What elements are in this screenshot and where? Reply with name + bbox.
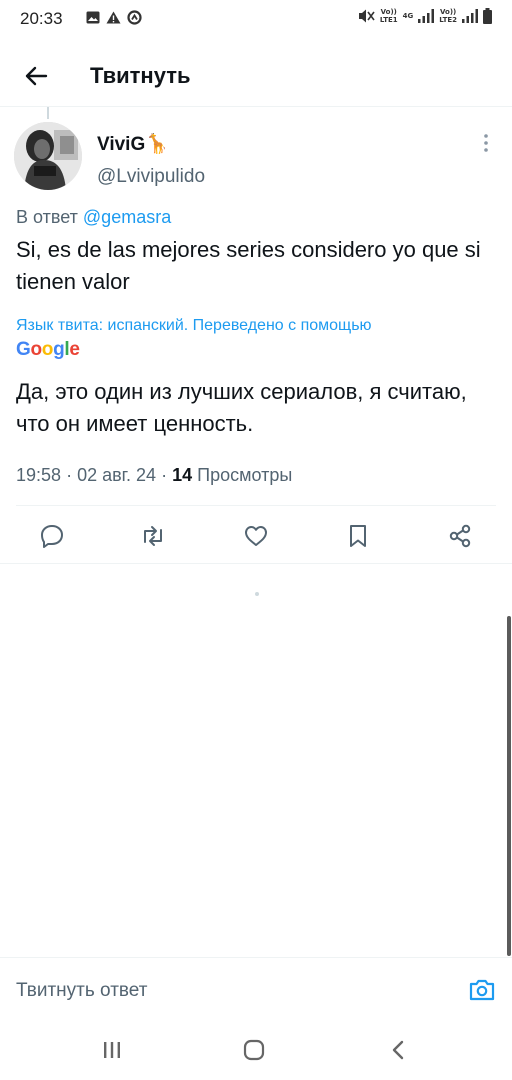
reply-to-link[interactable]: @gemasra bbox=[83, 207, 171, 227]
reply-button[interactable] bbox=[38, 522, 66, 550]
reply-composer: Твитнуть ответ bbox=[0, 957, 512, 1016]
bookmark-icon bbox=[350, 525, 366, 547]
scrollbar[interactable] bbox=[507, 616, 511, 956]
views-label[interactable]: Просмотры bbox=[197, 465, 292, 485]
share-button[interactable] bbox=[446, 522, 474, 550]
display-name[interactable]: ViviG🦒 bbox=[97, 132, 169, 156]
system-nav-bar bbox=[0, 1015, 512, 1080]
signal-icon bbox=[418, 9, 435, 23]
reply-prefix: В ответ bbox=[16, 207, 78, 227]
translation-note: Язык твита: испанский. Переведено с помо… bbox=[16, 317, 372, 334]
nav-back-button[interactable] bbox=[384, 1037, 412, 1063]
avatar[interactable] bbox=[14, 122, 82, 190]
tweet-date: 02 авг. 24 bbox=[77, 465, 157, 485]
signal-icon-sim2 bbox=[462, 9, 478, 23]
retweet-button[interactable] bbox=[139, 522, 167, 550]
status-right-icons: Vo)) LTE1 4G Vo)) LTE2 bbox=[357, 8, 492, 24]
arrow-left-icon bbox=[25, 66, 48, 86]
tweet-time: 19:58 bbox=[16, 465, 62, 485]
more-options-button[interactable] bbox=[476, 130, 496, 156]
back-button[interactable] bbox=[18, 58, 54, 94]
giraffe-emoji: 🦒 bbox=[145, 134, 169, 155]
header-divider bbox=[0, 106, 512, 107]
home-button[interactable] bbox=[240, 1037, 268, 1063]
google-logo: Google bbox=[16, 339, 80, 360]
camera-button[interactable] bbox=[468, 976, 496, 1004]
gallery-icon bbox=[86, 11, 100, 24]
status-time: 20:33 bbox=[20, 9, 63, 28]
more-vertical-icon bbox=[484, 134, 488, 152]
page-title: Твитнуть bbox=[90, 63, 191, 88]
recents-button[interactable] bbox=[98, 1037, 126, 1063]
reply-context: В ответ @gemasra bbox=[16, 207, 171, 228]
heart-icon bbox=[245, 526, 267, 546]
tweet-text: Si, es de las mejores series considero y… bbox=[16, 237, 481, 294]
data-saver-icon bbox=[127, 10, 142, 25]
bookmark-button[interactable] bbox=[344, 522, 372, 550]
status-bar: 20:33 Vo)) LTE1 4G Vo)) LTE2 bbox=[0, 0, 512, 38]
thread-line bbox=[47, 107, 49, 119]
action-divider bbox=[0, 563, 512, 564]
action-bar bbox=[0, 512, 512, 560]
user-handle[interactable]: @Lvivipulido bbox=[97, 166, 205, 188]
camera-icon bbox=[469, 979, 495, 1001]
share-icon bbox=[449, 524, 471, 548]
warning-icon bbox=[106, 11, 121, 24]
meta-separator: · bbox=[66, 465, 73, 485]
recents-icon bbox=[104, 1042, 120, 1058]
avatar-image bbox=[14, 122, 82, 190]
tweet-meta: 19:58 · 02 авг. 24 · 14 Просмотры bbox=[16, 465, 292, 486]
mute-icon bbox=[358, 9, 375, 23]
battery-icon bbox=[483, 8, 492, 24]
reply-input[interactable]: Твитнуть ответ bbox=[16, 980, 147, 1002]
loading-indicator bbox=[255, 592, 259, 596]
meta-separator: · bbox=[161, 465, 168, 485]
volte-sim1-label: Vo)) LTE1 bbox=[379, 8, 398, 24]
volte-sim2-label: Vo)) LTE2 bbox=[439, 8, 457, 24]
like-button[interactable] bbox=[242, 522, 270, 550]
header: Твитнуть bbox=[0, 48, 512, 104]
display-name-text: ViviG bbox=[97, 134, 146, 155]
retweet-icon bbox=[144, 526, 162, 546]
meta-divider bbox=[16, 505, 496, 506]
translated-text: Да, это один из лучших сериалов, я счита… bbox=[16, 379, 467, 436]
network-type-label: 4G bbox=[402, 12, 414, 20]
chevron-left-icon bbox=[392, 1040, 404, 1060]
reply-icon bbox=[41, 525, 63, 548]
views-count: 14 bbox=[172, 465, 193, 485]
status-left-icons bbox=[86, 10, 142, 25]
home-icon bbox=[243, 1039, 265, 1061]
